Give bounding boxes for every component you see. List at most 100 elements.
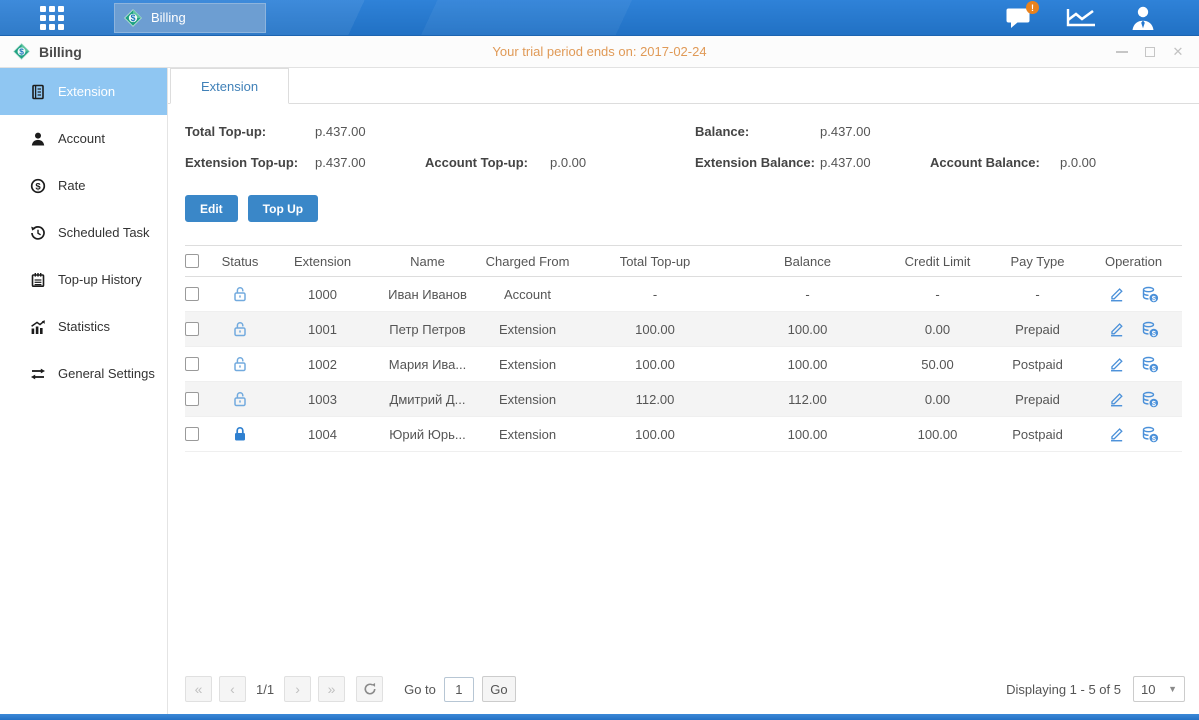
prev-page-button[interactable]: ‹ (219, 676, 246, 702)
cell-credit-limit: 0.00 (885, 392, 990, 407)
lock-status-icon (215, 426, 265, 442)
goto-page-input[interactable] (444, 677, 474, 702)
header-credit-limit: Credit Limit (885, 254, 990, 269)
cell-balance: - (730, 287, 885, 302)
topup-row-icon[interactable]: $ (1141, 286, 1159, 303)
cell-name: Петр Петров (380, 322, 475, 337)
refresh-icon[interactable] (356, 676, 383, 702)
edit-button[interactable]: Edit (185, 195, 238, 222)
cell-balance: 100.00 (730, 357, 885, 372)
sidebar-item-rate[interactable]: $ Rate (0, 162, 167, 209)
sidebar-item-topup-history[interactable]: Top-up History (0, 256, 167, 303)
cell-credit-limit: 100.00 (885, 427, 990, 442)
cell-total-topup: 100.00 (580, 322, 730, 337)
row-checkbox[interactable] (185, 322, 199, 336)
cell-credit-limit: 0.00 (885, 322, 990, 337)
page-size-select[interactable]: 10 ▼ (1133, 676, 1185, 702)
edit-row-icon[interactable] (1108, 286, 1125, 303)
user-account-icon[interactable] (1127, 5, 1159, 31)
sidebar-item-account[interactable]: Account (0, 115, 167, 162)
cell-charged-from: Extension (475, 357, 580, 372)
row-checkbox[interactable] (185, 287, 199, 301)
extension-topup-label: Extension Top-up: (185, 155, 315, 170)
close-button[interactable]: ✕ (1171, 45, 1185, 59)
row-checkbox[interactable] (185, 427, 199, 441)
tab-extension[interactable]: Extension (170, 68, 289, 104)
edit-row-icon[interactable] (1108, 321, 1125, 338)
svg-text:$: $ (19, 46, 24, 56)
header-pay-type: Pay Type (990, 254, 1085, 269)
lock-status-icon (215, 321, 265, 337)
cell-pay-type: Postpaid (990, 427, 1085, 442)
topup-row-icon[interactable]: $ (1141, 321, 1159, 338)
header-balance: Balance (730, 254, 885, 269)
desktop-bottom-strip (0, 714, 1199, 720)
notifications-icon[interactable]: ! (1003, 5, 1035, 31)
table-row: 1001 Петр Петров Extension 100.00 100.00… (185, 312, 1182, 347)
cell-charged-from: Extension (475, 322, 580, 337)
cell-total-topup: 100.00 (580, 357, 730, 372)
cell-name: Юрий Юрь... (380, 427, 475, 442)
extension-balance-label: Extension Balance: (695, 155, 820, 170)
first-page-button[interactable]: « (185, 676, 212, 702)
statistics-icon (30, 319, 46, 335)
row-checkbox[interactable] (185, 357, 199, 371)
cell-charged-from: Extension (475, 392, 580, 407)
edit-row-icon[interactable] (1108, 391, 1125, 408)
page-size-value: 10 (1141, 682, 1155, 697)
cell-total-topup: 100.00 (580, 427, 730, 442)
total-topup-label: Total Top-up: (185, 124, 315, 139)
topup-row-icon[interactable]: $ (1141, 426, 1159, 443)
minimize-button[interactable] (1115, 45, 1129, 59)
topup-row-icon[interactable]: $ (1141, 356, 1159, 373)
balance-label: Balance: (695, 124, 820, 139)
extension-balance-value: p.437.00 (820, 155, 930, 170)
cell-credit-limit: 50.00 (885, 357, 990, 372)
billing-summary: Total Top-up: p.437.00 Balance: p.437.00… (185, 116, 1199, 178)
displaying-text: Displaying 1 - 5 of 5 (1006, 682, 1121, 697)
sidebar-item-statistics[interactable]: Statistics (0, 303, 167, 350)
rate-icon: $ (30, 178, 46, 194)
table-row: 1002 Мария Ива... Extension 100.00 100.0… (185, 347, 1182, 382)
cell-balance: 100.00 (730, 322, 885, 337)
sidebar-item-general-settings[interactable]: General Settings (0, 350, 167, 397)
taskbar-item-billing[interactable]: $ Billing (114, 3, 266, 33)
cell-extension: 1004 (265, 427, 380, 442)
billing-diamond-icon: $ (123, 8, 143, 28)
row-checkbox[interactable] (185, 392, 199, 406)
maximize-button[interactable] (1143, 45, 1157, 59)
last-page-button[interactable]: » (318, 676, 345, 702)
desktop-topbar: $ Billing ! (0, 0, 1199, 36)
tab-strip: Extension (168, 68, 1199, 104)
header-charged-from: Charged From (475, 254, 580, 269)
cell-balance: 100.00 (730, 427, 885, 442)
cell-pay-type: - (990, 287, 1085, 302)
sidebar-item-label: General Settings (58, 366, 155, 381)
cell-name: Дмитрий Д... (380, 392, 475, 407)
account-topup-label: Account Top-up: (425, 155, 550, 170)
app-launcher-icon[interactable] (40, 6, 68, 30)
billing-window-icon: $ (12, 42, 31, 61)
account-balance-value: p.0.00 (1060, 155, 1199, 170)
topup-button[interactable]: Top Up (248, 195, 318, 222)
notification-badge: ! (1026, 1, 1039, 14)
sidebar-item-label: Account (58, 131, 105, 146)
sidebar-item-scheduled-task[interactable]: Scheduled Task (0, 209, 167, 256)
cell-charged-from: Account (475, 287, 580, 302)
account-icon (30, 131, 46, 147)
go-button[interactable]: Go (482, 676, 516, 702)
window-title: Billing (39, 44, 82, 60)
sidebar-item-extension[interactable]: Extension (0, 68, 167, 115)
edit-row-icon[interactable] (1108, 356, 1125, 373)
lock-status-icon (215, 391, 265, 407)
cell-extension: 1002 (265, 357, 380, 372)
sidebar-item-label: Extension (58, 84, 115, 99)
next-page-button[interactable]: › (284, 676, 311, 702)
select-all-checkbox[interactable] (185, 254, 199, 268)
cell-pay-type: Postpaid (990, 357, 1085, 372)
sidebar: Extension Account $ Rate (0, 68, 168, 714)
topup-row-icon[interactable]: $ (1141, 391, 1159, 408)
svg-text:$: $ (131, 13, 136, 23)
edit-row-icon[interactable] (1108, 426, 1125, 443)
resource-monitor-icon[interactable] (1065, 5, 1097, 31)
